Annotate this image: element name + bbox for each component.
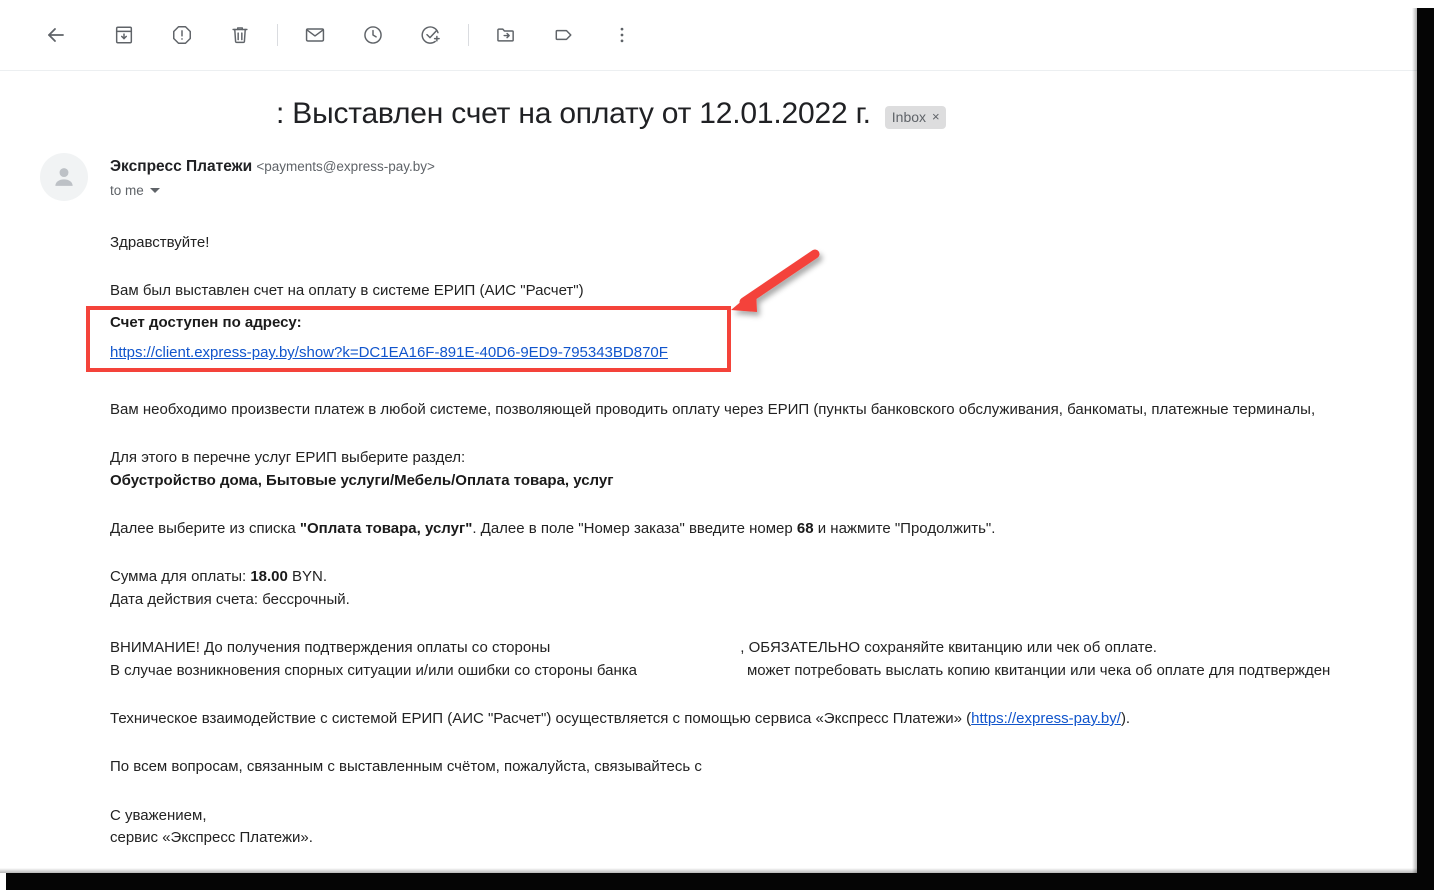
contact-line: По всем вопросам, связанным с выставленн…	[110, 758, 702, 776]
recipient-toggle[interactable]: to me	[110, 183, 160, 198]
labels-button[interactable]	[544, 15, 584, 55]
sender-name: Экспресс Платежи	[110, 158, 253, 175]
dispute-line: В случае возникновения спорных ситуации …	[110, 661, 1417, 681]
payment-note-text: Вам необходимо произвести платеж в любой…	[110, 400, 1316, 418]
email-toolbar	[0, 0, 1417, 71]
validity-line: Дата действия счета: бессрочный.	[110, 590, 350, 608]
erip-path-text: Обустройство дома, Бытовые услуги/Мебель…	[110, 471, 614, 489]
warning-line: ВНИМАНИЕ! До получения подтверждения опл…	[110, 638, 1417, 658]
warning-part2: , ОБЯЗАТЕЛЬНО сохраняйте квитанцию или ч…	[740, 639, 1157, 657]
task-check-icon	[420, 24, 442, 46]
amount-currency: BYN.	[287, 568, 328, 586]
toolbar-separator-1	[277, 24, 278, 46]
back-button[interactable]	[36, 15, 76, 55]
amount-label: Сумма для оплаты:	[110, 568, 251, 586]
person-icon	[55, 168, 73, 186]
trash-icon	[229, 24, 251, 46]
invoice-link-row: https://client.express-pay.by/show?k=DC1…	[110, 343, 668, 363]
order-instruction-text: Далее выберите из списка "Оплата товара,…	[110, 519, 1417, 539]
order-text-part2: . Далее в поле "Номер заказа" введите но…	[472, 519, 797, 537]
window-right-border	[1417, 0, 1434, 874]
subject-row: : Выставлен счет на оплату от 12.01.2022…	[0, 71, 1417, 131]
window-corner-bottom-left	[0, 873, 6, 890]
page-title: : Выставлен счет на оплату от 12.01.2022…	[276, 97, 871, 130]
technical-line: Техническое взаимодействие с системой ЕР…	[110, 709, 1417, 729]
add-to-tasks-button[interactable]	[411, 15, 451, 55]
express-pay-link[interactable]: https://express-pay.by/	[971, 710, 1121, 727]
sender-email: <payments@express-pay.by>	[256, 159, 435, 174]
mark-unread-button[interactable]	[295, 15, 335, 55]
report-spam-button[interactable]	[162, 15, 202, 55]
close-icon[interactable]: ×	[932, 109, 940, 124]
erip-path-intro-text: Для этого в перечне услуг ЕРИП выберите …	[110, 449, 466, 467]
archive-button[interactable]	[104, 15, 144, 55]
move-to-button[interactable]	[486, 15, 526, 55]
inbox-label-chip[interactable]: Inbox ×	[884, 105, 946, 129]
window-bottom-border	[0, 873, 1434, 890]
envelope-icon	[304, 24, 326, 46]
dispute-part2: может потребовать выслать копию квитанци…	[746, 661, 1331, 679]
technical-part2: ).	[1120, 709, 1131, 727]
more-button[interactable]	[602, 15, 642, 55]
inbox-chip-label: Inbox	[891, 108, 927, 125]
label-tag-icon	[553, 24, 575, 46]
invoice-link-block: Счет доступен по адресу: https://client.…	[110, 313, 668, 364]
avatar	[40, 153, 88, 201]
archive-icon	[113, 24, 135, 46]
recipient-label: to me	[110, 183, 144, 198]
order-text-part1: Далее выберите из списка	[110, 519, 300, 537]
amount-line: Сумма для оплаты: 18.00 BYN.	[110, 567, 1417, 587]
chevron-down-icon	[149, 188, 160, 193]
window-corner-top-right	[1417, 0, 1434, 8]
report-spam-icon	[171, 24, 193, 46]
sender-line: Экспресс Платежи <payments@express-pay.b…	[110, 158, 435, 176]
dispute-part1: В случае возникновения спорных ситуации …	[110, 661, 637, 679]
order-text-part3: и нажмите "Продолжить".	[813, 519, 996, 537]
intro-text: Вам был выставлен счет на оплату в систе…	[110, 282, 584, 300]
signature-line-1: С уважением,	[110, 806, 207, 824]
screenshot-root: : Выставлен счет на оплату от 12.01.2022…	[0, 0, 1434, 890]
folder-move-icon	[495, 24, 517, 46]
order-service-name: "Оплата товара, услуг"	[299, 519, 473, 537]
toolbar-separator-2	[468, 24, 469, 46]
sender-block: Экспресс Платежи <payments@express-pay.b…	[0, 153, 1417, 217]
invoice-link-title: Счет доступен по адресу:	[110, 314, 302, 331]
technical-part1: Техническое взаимодействие с системой ЕР…	[110, 709, 972, 727]
snooze-button[interactable]	[353, 15, 393, 55]
signature-line-2: сервис «Экспресс Платежи».	[110, 829, 313, 847]
invoice-link[interactable]: https://client.express-pay.by/show?k=DC1…	[110, 344, 668, 361]
amount-value: 18.00	[250, 568, 288, 586]
arrow-left-icon	[44, 23, 68, 47]
more-vertical-icon	[611, 24, 633, 46]
delete-button[interactable]	[220, 15, 260, 55]
email-viewport: : Выставлен счет на оплату от 12.01.2022…	[0, 0, 1417, 873]
greeting-text: Здравствуйте!	[110, 234, 210, 251]
sender-meta: Экспресс Платежи <payments@express-pay.b…	[110, 158, 435, 198]
order-number: 68	[796, 519, 814, 537]
warning-part1: ВНИМАНИЕ! До получения подтверждения опл…	[110, 639, 551, 657]
clock-icon	[362, 24, 384, 46]
